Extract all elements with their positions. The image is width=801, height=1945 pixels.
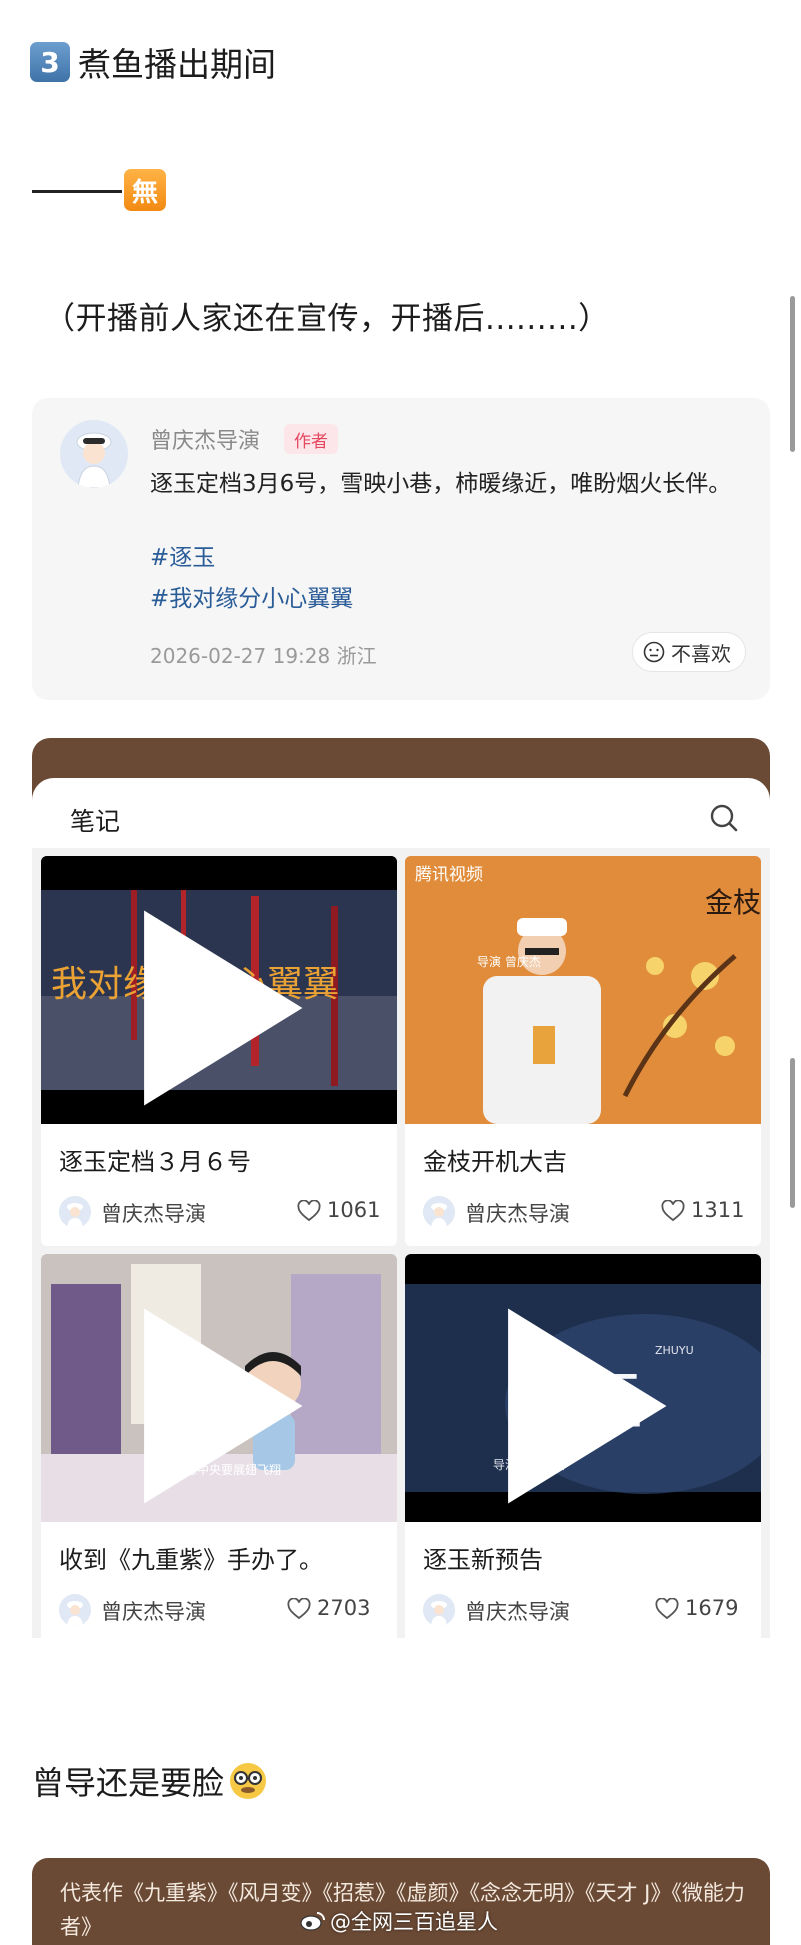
search-icon[interactable] (708, 802, 740, 834)
disguise-face-emoji-icon (230, 1763, 267, 1799)
wu-symbol-badge: 無 (124, 169, 166, 211)
note-author-name: 曾庆杰导演 (101, 1202, 206, 1226)
number-badge: 3 (30, 42, 70, 82)
play-icon (144, 1308, 303, 1504)
section-heading: 3 煮鱼播出期间 (30, 40, 276, 84)
note-thumbnail[interactable]: 逐玉 导演 / 曾庆杰 ZHUYU (405, 1254, 761, 1522)
like-count: 1311 (691, 1198, 745, 1222)
note2-thumb-credit: 导演 曾庆杰 (477, 954, 541, 969)
note-thumbnail[interactable]: 腾讯视频 金枝 导演 曾庆杰 (405, 856, 761, 1124)
post-card: 曾庆杰导演 作者 逐玉定档3月6号，雪映小巷，柿暖缘近，唯盼烟火长伴。 #逐玉 … (32, 398, 770, 700)
note-author-avatar (423, 1594, 455, 1626)
post-text: 逐玉定档3月6号，雪映小巷，柿暖缘近，唯盼烟火长伴。 (150, 471, 732, 497)
note-author-avatar (423, 1196, 455, 1228)
author-tag: 作者 (284, 424, 338, 454)
note-card[interactable]: 在梦想中央要展翅飞翔 收到《九重紫》手办了。 曾庆杰导演 2703 (41, 1254, 397, 1644)
notes-title: 笔记 (70, 807, 121, 836)
note-thumbnail[interactable]: 在梦想中央要展翅飞翔 (41, 1254, 397, 1522)
note-title[interactable]: 逐玉定档３月６号 (59, 1142, 251, 1177)
parenthetical-text: （开播前人家还在宣传，开播后.........） (44, 301, 610, 337)
heart-icon[interactable] (287, 1598, 311, 1620)
note-card[interactable]: 逐玉 导演 / 曾庆杰 ZHUYU 逐玉新预告 曾庆杰导演 1679 (405, 1254, 761, 1644)
bottom-heading-text: 曾导还是要脸 (32, 1764, 225, 1802)
hashtag-link[interactable]: #我对缘分小心翼翼 (150, 579, 353, 613)
watermark: @全网三百追星人 (300, 1906, 498, 1936)
heart-icon[interactable] (661, 1200, 685, 1222)
note2-thumb-title: 金枝 (705, 886, 761, 919)
page-scrollbar[interactable] (790, 296, 795, 452)
notes-grid: 我对缘分小心翼翼 逐玉定档３月６号 曾庆杰导演 1061 (32, 848, 770, 1644)
note-title[interactable]: 收到《九重紫》手办了。 (59, 1540, 323, 1575)
note-card[interactable]: 腾讯视频 金枝 导演 曾庆杰 金枝开机大吉 曾庆杰导演 1311 (405, 856, 761, 1246)
dislike-label: 不喜欢 (671, 641, 731, 666)
note-card[interactable]: 我对缘分小心翼翼 逐玉定档３月６号 曾庆杰导演 1061 (41, 856, 397, 1246)
note2-thumb-brand: 腾讯视频 (415, 865, 483, 885)
bottom-heading: 曾导还是要脸 (32, 1758, 268, 1804)
like-count: 2703 (317, 1596, 371, 1620)
play-icon (508, 1308, 667, 1504)
note-author-avatar (59, 1594, 91, 1626)
note-author-avatar (59, 1196, 91, 1228)
hashtag-link[interactable]: #逐玉 (150, 538, 215, 572)
play-icon (144, 910, 303, 1106)
like-count: 1061 (327, 1198, 381, 1222)
note-title[interactable]: 逐玉新预告 (423, 1540, 543, 1575)
heart-icon[interactable] (655, 1598, 679, 1620)
note-thumbnail[interactable]: 我对缘分小心翼翼 (41, 856, 397, 1124)
dislike-button[interactable]: 不喜欢 (632, 632, 746, 672)
heart-icon[interactable] (297, 1200, 321, 1222)
note-author-name: 曾庆杰导演 (465, 1202, 570, 1226)
neutral-face-icon (643, 641, 665, 663)
post-author-name[interactable]: 曾庆杰导演 (150, 423, 260, 455)
notes-panel: 笔记 我对缘分小心翼翼 逐玉 (32, 778, 770, 1644)
note-title[interactable]: 金枝开机大吉 (423, 1142, 567, 1177)
post-timestamp: 2026-02-27 19:28 浙江 (150, 644, 377, 668)
like-count: 1679 (685, 1596, 739, 1620)
dash-line (32, 190, 122, 193)
notes-scrollbar[interactable] (790, 1058, 795, 1208)
watermark-text: @全网三百追星人 (330, 1910, 498, 1934)
author-avatar[interactable] (60, 420, 128, 488)
note-author-name: 曾庆杰导演 (465, 1600, 570, 1624)
note-author-name: 曾庆杰导演 (101, 1600, 206, 1624)
section-title: 煮鱼播出期间 (78, 45, 276, 84)
weibo-icon (300, 1912, 325, 1931)
